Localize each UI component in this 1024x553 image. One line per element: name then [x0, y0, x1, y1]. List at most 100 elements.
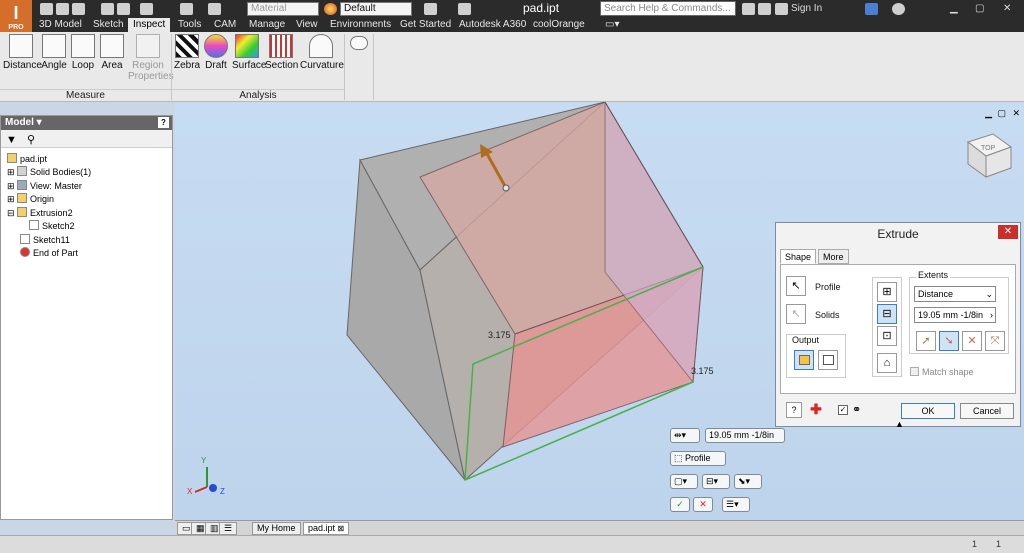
tree-item-sketch11[interactable]: Sketch11 [20, 234, 70, 247]
solid-output-button[interactable] [794, 350, 814, 370]
tree-item-origin[interactable]: ⊞ Origin [7, 193, 54, 206]
solids-select-button[interactable]: ↖ [786, 304, 806, 324]
app-menu-button[interactable]: I PRO [0, 0, 32, 34]
window-list-button[interactable]: ☰ [219, 522, 238, 535]
undo-icon[interactable] [101, 3, 114, 15]
open-icon[interactable] [56, 3, 69, 15]
tab-overflow-button[interactable]: ▭▾ [600, 18, 624, 32]
tab-inspect[interactable]: Inspect [128, 18, 171, 32]
intersect-button[interactable]: ⊡ [877, 326, 897, 346]
new-icon[interactable] [40, 3, 53, 15]
mini-toolbar-operation-button[interactable]: ⊟▾ [702, 474, 730, 489]
select-icon[interactable] [208, 3, 221, 15]
maximize-button[interactable]: ▢ [975, 3, 984, 14]
join-button[interactable]: ⊞ [877, 282, 897, 302]
tab-manage[interactable]: Manage [244, 18, 290, 32]
tab-cam[interactable]: CAM [209, 18, 241, 32]
draft-button[interactable]: Draft [203, 34, 229, 71]
tree-item-end-of-part[interactable]: End of Part [20, 247, 78, 260]
viewport-close-button[interactable]: ✕ [1012, 108, 1020, 119]
mini-toolbar-ok-button[interactable]: ✓ [670, 497, 690, 512]
sign-in-link[interactable]: Sign In [791, 3, 822, 14]
help-icon[interactable]: ? [158, 117, 169, 128]
tab-my-home[interactable]: My Home [252, 522, 301, 535]
zebra-button[interactable]: Zebra [174, 34, 200, 71]
tree-item-pad-ipt[interactable]: pad.ipt [7, 153, 47, 166]
search-icon[interactable]: ⚲ [27, 133, 35, 146]
close-button[interactable]: ✕ [1003, 3, 1011, 14]
close-tab-icon[interactable]: ⊠ [338, 524, 345, 533]
appearance-icon[interactable] [324, 3, 337, 15]
search-input[interactable]: Search Help & Commands... [600, 1, 736, 16]
tab-autodesk-a360[interactable]: Autodesk A360 [454, 18, 531, 32]
preview-checkbox[interactable]: ✓ [838, 405, 848, 415]
ok-button[interactable]: OK [901, 403, 955, 419]
user-icon[interactable] [775, 3, 788, 15]
home-icon[interactable] [140, 3, 153, 15]
profile-select-button[interactable]: ↖ [786, 276, 806, 296]
panel-options-button[interactable] [348, 36, 370, 52]
surface-button[interactable]: Surface [232, 34, 266, 71]
direction-flipped-button[interactable]: ➘ [939, 331, 959, 351]
help-button[interactable]: ? [786, 402, 802, 418]
tab-get-started[interactable]: Get Started [395, 18, 456, 32]
tree-item-extrusion2[interactable]: ⊟ Extrusion2 [7, 207, 73, 220]
minimize-button[interactable]: ▁ [950, 3, 958, 14]
exchange-icon[interactable] [865, 3, 878, 15]
dialog-close-button[interactable]: ✕ [998, 225, 1018, 239]
distance-input[interactable]: 19.05 mm -1/8in › [914, 307, 996, 323]
filter-icon[interactable]: ▼ [6, 134, 17, 146]
tree-item-solid-bodies[interactable]: ⊞ Solid Bodies(1) [7, 166, 91, 179]
extents-type-select[interactable]: Distance ⌄ [914, 286, 996, 302]
match-shape-checkbox[interactable] [910, 367, 919, 376]
arrow-handle[interactable] [502, 184, 510, 192]
tree-item-sketch2[interactable]: Sketch2 [29, 220, 75, 233]
surface-output-button[interactable] [818, 350, 838, 370]
mini-toolbar-profile-button[interactable]: ⬚ Profile [670, 451, 726, 466]
add-icon[interactable] [458, 3, 471, 15]
direction-default-button[interactable]: ➚ [916, 331, 936, 351]
tab-3d-model[interactable]: 3D Model [34, 18, 87, 32]
tab-coolorange[interactable]: coolOrange [528, 18, 590, 32]
tab-shape[interactable]: Shape [780, 249, 817, 264]
viewport-minimize-button[interactable]: ▁ [985, 108, 992, 119]
tree-item-view-master[interactable]: ⊞ View: Master [7, 180, 82, 193]
mini-toolbar-distance-input[interactable]: 19.05 mm -1/8in [705, 428, 785, 443]
new-solid-button[interactable]: ⌂ [877, 353, 897, 373]
region-properties-button[interactable]: Region Properties [128, 34, 174, 82]
tab-sketch[interactable]: Sketch [88, 18, 129, 32]
tab-more[interactable]: More [818, 249, 849, 264]
distance-button[interactable]: Distance [3, 34, 42, 71]
tab-pad-ipt[interactable]: pad.ipt ⊠ [303, 522, 350, 535]
help-icon[interactable] [892, 3, 905, 15]
area-button[interactable]: Area [99, 34, 125, 71]
tab-tools[interactable]: Tools [173, 18, 206, 32]
mini-toolbar-distance-type[interactable]: ⇹▾ [670, 428, 700, 443]
properties-icon[interactable] [180, 3, 193, 15]
mini-toolbar-options-button[interactable]: ☰▾ [722, 497, 750, 512]
binoculars-icon[interactable] [742, 3, 755, 15]
appearance-dropdown[interactable]: Default [340, 2, 412, 16]
curvature-button[interactable]: Curvature [300, 34, 344, 71]
mini-toolbar-output-button[interactable]: ▢▾ [670, 474, 698, 489]
direction-asymmetric-button[interactable]: ⤧ [985, 331, 1005, 351]
section-button[interactable]: Section [265, 34, 298, 71]
loop-button[interactable]: Loop [70, 34, 96, 71]
parameters-icon[interactable] [424, 3, 437, 15]
tab-environments[interactable]: Environments [325, 18, 396, 32]
material-dropdown[interactable]: Material [247, 2, 319, 16]
mini-toolbar-direction-button[interactable]: ⬊▾ [734, 474, 762, 489]
star-icon[interactable] [758, 3, 771, 15]
viewport-restore-button[interactable]: ▢ [997, 108, 1006, 119]
viewcube[interactable] [966, 133, 1013, 178]
mini-toolbar-cancel-button[interactable]: ✕ [693, 497, 713, 512]
direction-symmetric-button[interactable]: ✕ [962, 331, 982, 351]
cancel-button[interactable]: Cancel [960, 403, 1014, 419]
cut-button[interactable]: ⊟ [877, 304, 897, 324]
angle-button[interactable]: Angle [41, 34, 67, 71]
collapse-arrow-icon[interactable]: ▲ [895, 419, 904, 429]
redo-icon[interactable] [117, 3, 130, 15]
tab-view[interactable]: View [291, 18, 323, 32]
save-icon[interactable] [72, 3, 85, 15]
add-button[interactable]: ✚ [808, 402, 824, 418]
